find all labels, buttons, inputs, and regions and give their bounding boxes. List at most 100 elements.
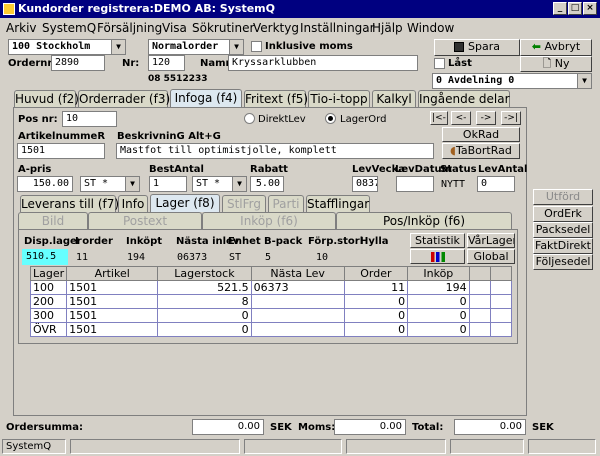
table-row[interactable]: 300 1501 0 0 0 xyxy=(29,308,512,323)
lagerord-label: LagerOrd xyxy=(340,114,387,125)
iorder-label: I order xyxy=(75,236,113,247)
unit-combo-qty[interactable]: ST * ▼ xyxy=(192,176,247,192)
bestantal-field[interactable]: 1 xyxy=(149,176,187,192)
menu-arkiv[interactable]: Arkiv xyxy=(6,21,37,35)
col-lager: Lager xyxy=(29,266,68,281)
apris-label: A-pris xyxy=(18,164,52,175)
order-type-combo[interactable]: Normalorder ▼ xyxy=(148,39,244,55)
status-label: Status xyxy=(440,164,477,175)
status-cell-4 xyxy=(450,439,524,454)
tab-kalkyl[interactable]: Kalkyl xyxy=(372,90,416,107)
inclusive-vat-checkbox[interactable] xyxy=(251,41,262,52)
status-app: SystemQ xyxy=(2,439,66,454)
bestantal-label: BestAntal xyxy=(149,164,204,175)
table-row[interactable]: ÖVR 1501 0 0 0 xyxy=(29,322,512,337)
menu-window[interactable]: Window xyxy=(407,21,454,35)
nav-next-button[interactable]: -> xyxy=(476,111,496,125)
close-button[interactable]: × xyxy=(583,2,597,15)
packsedel-button[interactable]: Packsedel xyxy=(533,222,593,238)
save-button[interactable]: Spara xyxy=(434,39,520,56)
bar-chart-icon xyxy=(430,252,445,262)
okrad-button[interactable]: OkRad xyxy=(442,127,520,142)
apris-field[interactable]: 150.00 xyxy=(17,176,73,192)
posnr-label: Pos nr: xyxy=(18,114,58,125)
subtab-stlfrg[interactable]: StlFrg xyxy=(222,195,266,212)
subtab2-bild[interactable]: Bild xyxy=(18,212,88,229)
chart-button[interactable] xyxy=(410,249,465,264)
col-empty-2 xyxy=(490,266,512,281)
inkopt-label: Inköpt xyxy=(126,236,163,247)
nav-first-button[interactable]: |<- xyxy=(430,111,448,125)
enhet-value: ST xyxy=(229,252,242,263)
ordernr-field[interactable]: 2890 xyxy=(51,55,105,71)
orderk-button[interactable]: OrdErk xyxy=(533,206,593,222)
subtab2-pos-inkop[interactable]: Pos/Inköp (f6) xyxy=(336,212,512,229)
status-value: NYTT xyxy=(441,179,466,190)
customer-nr-field[interactable]: 120 xyxy=(148,55,185,71)
levdatum-field[interactable] xyxy=(396,176,434,192)
tab-huvud[interactable]: Huvud (f2) xyxy=(14,90,79,107)
tabortrad-button[interactable]: ◖TaBortRad xyxy=(442,143,520,159)
foljesedel-button[interactable]: Följesedel xyxy=(533,254,593,270)
unit-combo-price[interactable]: ST * ▼ xyxy=(80,176,140,192)
menu-visa[interactable]: Visa xyxy=(162,21,187,35)
locked-checkbox[interactable] xyxy=(434,58,445,69)
new-button[interactable]: 🗋 Ny xyxy=(520,56,592,72)
department-combo[interactable]: 0 Avdelning 0 ▼ xyxy=(432,73,592,89)
vartlager-button[interactable]: VårLager xyxy=(467,233,515,248)
subtab2-postext[interactable]: Postext xyxy=(88,212,202,229)
menu-forsaljning[interactable]: Försäljning xyxy=(97,21,162,35)
levantal-field[interactable]: 0 xyxy=(477,176,515,192)
global-button[interactable]: Global xyxy=(467,249,515,264)
iorder-value: 11 xyxy=(76,252,89,263)
sek-label-1: SEK xyxy=(270,422,292,433)
rabatt-field[interactable]: 5.00 xyxy=(250,176,284,192)
cancel-button[interactable]: ⬅ Avbryt xyxy=(520,39,592,56)
tab-orderrader[interactable]: Orderrader (f3) xyxy=(78,90,170,107)
col-order: Order xyxy=(343,266,409,281)
menu-systemq[interactable]: SystemQ xyxy=(42,21,96,35)
tab-infoga[interactable]: Infoga (f4) xyxy=(170,89,242,107)
statistik-button[interactable]: Statistik xyxy=(410,233,465,248)
customer-name-field[interactable]: Kryssarklubben xyxy=(228,55,418,71)
ordersumma-label: Ordersumma: xyxy=(6,422,83,433)
subtab-lager[interactable]: Lager (f8) xyxy=(150,194,220,212)
lagerord-radio[interactable] xyxy=(325,113,336,124)
subtab-parti[interactable]: Parti xyxy=(268,195,304,212)
artikel-field[interactable]: 1501 xyxy=(17,143,105,159)
tab-ingaende-delar[interactable]: Ingående delar xyxy=(418,90,510,107)
direktlev-label: DirektLev xyxy=(258,114,306,125)
beskrivning-field[interactable]: Mastfot till optimistjolle, komplett xyxy=(116,143,434,159)
subtab-stafflingar[interactable]: Stafflingar xyxy=(306,195,370,212)
status-cell-3 xyxy=(346,439,446,454)
moms-field: 0.00 xyxy=(334,419,406,435)
arrow-left-icon: ⬅ xyxy=(531,40,541,53)
faktdirekt-button[interactable]: FaktDirekt xyxy=(533,238,593,254)
beskrivning-label: BeskrivninG Alt+G xyxy=(117,131,221,142)
levvecka-field[interactable]: 0837 xyxy=(352,176,378,192)
subtab-info[interactable]: Info xyxy=(118,195,148,212)
menu-installningar[interactable]: Inställningar xyxy=(300,21,375,35)
tab-fritext[interactable]: Fritext (f5) xyxy=(244,90,308,107)
tab-tio-i-topp[interactable]: Tio-i-topp xyxy=(308,90,370,107)
artikel-label: ArtikelnummeR xyxy=(18,131,106,142)
subtab2-inkop[interactable]: Inköp (f6) xyxy=(202,212,336,229)
utford-button[interactable]: Utförd xyxy=(533,189,593,205)
menu-sokrutiner[interactable]: Sökrutiner xyxy=(192,21,254,35)
company-combo[interactable]: 100 Stockholm ▼ xyxy=(8,39,126,55)
nav-prev-button[interactable]: <- xyxy=(451,111,471,125)
disp-lager-field: 510.5 xyxy=(22,249,68,265)
posnr-field[interactable]: 10 xyxy=(62,111,117,127)
save-icon xyxy=(454,42,465,52)
menu-verktyg[interactable]: Verktyg xyxy=(253,21,299,35)
menu-hjalp[interactable]: Hjälp xyxy=(372,21,403,35)
maximize-button[interactable]: □ xyxy=(568,2,582,15)
table-row[interactable]: 200 1501 8 0 0 xyxy=(29,294,512,309)
window-title: Kundorder registrera:DEMO AB: SystemQ xyxy=(18,2,275,15)
minimize-button[interactable]: _ xyxy=(553,2,567,15)
lager-table: Lager Artikel Lagerstock Nästa Lev Order… xyxy=(29,266,512,337)
table-row[interactable]: 100 1501 521.5 06373 11 194 xyxy=(29,280,512,295)
nav-last-button[interactable]: ->| xyxy=(501,111,521,125)
subtab-leverans[interactable]: Leverans till (f7) xyxy=(20,195,119,212)
direktlev-radio[interactable] xyxy=(244,113,255,124)
